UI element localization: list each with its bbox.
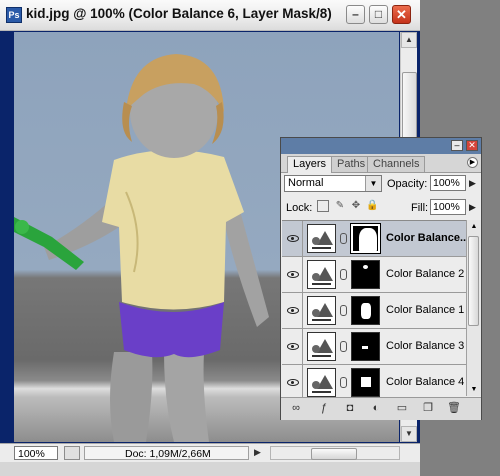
- blend-mode-value: Normal: [288, 177, 324, 189]
- divider: [302, 329, 303, 365]
- add-mask-icon[interactable]: ◘: [343, 402, 357, 415]
- opacity-field[interactable]: 100%: [430, 175, 466, 191]
- horizontal-scroll-thumb[interactable]: [311, 448, 357, 460]
- opacity-label: Opacity:: [387, 178, 428, 190]
- adjustment-layer-icon: [307, 332, 336, 361]
- opacity-arrow-icon[interactable]: ▶: [469, 178, 476, 189]
- palette-minimize-icon[interactable]: –: [451, 140, 463, 151]
- lock-transparency-icon[interactable]: [317, 200, 329, 212]
- eye-icon[interactable]: [286, 377, 299, 386]
- palette-close-icon[interactable]: ✕: [466, 140, 478, 151]
- layer-name: Color Balance 2: [386, 268, 465, 280]
- layer-style-icon[interactable]: ƒ: [317, 402, 331, 415]
- layer-row[interactable]: Color Balance 2: [282, 257, 466, 293]
- status-arrow-icon[interactable]: ▶: [254, 447, 261, 458]
- palette-tabs: Layers Paths Channels ▶: [281, 154, 481, 173]
- layer-row[interactable]: Color Balance...: [282, 221, 466, 257]
- maximize-button[interactable]: □: [369, 5, 388, 24]
- status-bar: 100% Doc: 1,09M/2,66M ▶: [0, 443, 420, 463]
- layer-row[interactable]: Color Balance 3: [282, 329, 466, 365]
- lock-brush-icon[interactable]: ✎: [334, 200, 346, 212]
- tab-paths[interactable]: Paths: [331, 156, 372, 172]
- blend-mode-select[interactable]: Normal ▼: [284, 175, 382, 192]
- document-title: kid.jpg @ 100% (Color Balance 6, Layer M…: [26, 6, 332, 21]
- layer-name: Color Balance 4: [386, 376, 465, 388]
- fill-field[interactable]: 100%: [430, 199, 466, 215]
- document-title-bar[interactable]: Ps kid.jpg @ 100% (Color Balance 6, Laye…: [0, 0, 420, 31]
- layers-scroll-thumb[interactable]: [468, 236, 479, 326]
- adjustment-layer-icon: [307, 296, 336, 325]
- layer-name: Color Balance...: [386, 232, 466, 244]
- lock-all-icon[interactable]: 🔒: [366, 200, 378, 212]
- fill-label: Fill:: [411, 202, 429, 214]
- lock-move-icon[interactable]: ✥: [350, 200, 362, 212]
- palette-footer: ∞ ƒ ◘ ◐ ▭ ❐ 🗑: [281, 397, 481, 420]
- lock-label: Lock:: [286, 202, 313, 214]
- layer-name: Color Balance 3: [386, 340, 465, 352]
- eye-icon[interactable]: [286, 233, 299, 242]
- eye-icon[interactable]: [286, 305, 299, 314]
- scroll-up-icon[interactable]: ▲: [467, 220, 481, 233]
- layer-row[interactable]: Color Balance 4: [282, 365, 466, 397]
- layer-row[interactable]: Color Balance 1: [282, 293, 466, 329]
- chevron-down-icon[interactable]: ▼: [365, 176, 381, 191]
- palette-title-bar[interactable]: – ✕: [281, 138, 481, 154]
- adjustment-layer-icon: [307, 224, 336, 253]
- layers-palette: – ✕ Layers Paths Channels ▶ Normal ▼ Opa…: [280, 137, 482, 420]
- eye-icon[interactable]: [286, 341, 299, 350]
- vertical-scroll-thumb[interactable]: [402, 72, 417, 144]
- tab-layers[interactable]: Layers: [287, 156, 333, 173]
- minimize-button[interactable]: –: [346, 5, 365, 24]
- photoshop-doc-icon: Ps: [6, 7, 22, 23]
- fill-arrow-icon[interactable]: ▶: [469, 202, 476, 213]
- layers-list: Color Balance... Color Balance 2 Color B…: [282, 220, 466, 397]
- close-button[interactable]: ✕: [392, 5, 411, 24]
- new-group-icon[interactable]: ▭: [395, 402, 409, 415]
- tab-channels[interactable]: Channels: [367, 156, 426, 172]
- layer-name: Color Balance 1: [386, 304, 465, 316]
- divider: [302, 365, 303, 397]
- eye-icon[interactable]: [286, 269, 299, 278]
- divider: [302, 293, 303, 329]
- adjustment-layer-icon: [307, 368, 336, 397]
- zoom-field[interactable]: 100%: [14, 446, 58, 460]
- link-icon[interactable]: [340, 341, 347, 352]
- adjustment-layer-button-icon[interactable]: ◐: [369, 402, 383, 415]
- layer-mask-thumbnail[interactable]: [350, 223, 381, 254]
- layers-scrollbar[interactable]: ▲ ▼: [466, 220, 481, 396]
- link-icon[interactable]: [340, 377, 347, 388]
- scroll-down-icon[interactable]: ▼: [401, 426, 417, 442]
- scroll-up-icon[interactable]: ▲: [401, 32, 417, 48]
- maximize-icon: □: [374, 7, 383, 21]
- layer-mask-thumbnail[interactable]: [351, 296, 380, 325]
- status-menu-button[interactable]: [64, 446, 80, 460]
- link-icon[interactable]: [340, 269, 347, 280]
- link-layers-icon[interactable]: ∞: [289, 402, 303, 415]
- layer-mask-thumbnail[interactable]: [351, 260, 380, 289]
- layer-mask-thumbnail[interactable]: [351, 332, 380, 361]
- divider: [302, 221, 303, 257]
- link-icon[interactable]: [340, 233, 347, 244]
- adjustment-layer-icon: [307, 260, 336, 289]
- divider: [302, 257, 303, 293]
- trash-icon[interactable]: 🗑: [447, 402, 461, 415]
- layer-mask-thumbnail[interactable]: [351, 368, 380, 397]
- bottom-strip: [0, 462, 420, 476]
- horizontal-scrollbar[interactable]: [270, 446, 400, 460]
- new-layer-icon[interactable]: ❐: [421, 402, 435, 415]
- palette-menu-icon[interactable]: ▶: [467, 157, 478, 168]
- close-icon: ✕: [396, 7, 407, 22]
- document-info: Doc: 1,09M/2,66M: [84, 446, 249, 460]
- link-icon[interactable]: [340, 305, 347, 316]
- minimize-icon: –: [352, 7, 359, 21]
- scroll-down-icon[interactable]: ▼: [467, 383, 481, 396]
